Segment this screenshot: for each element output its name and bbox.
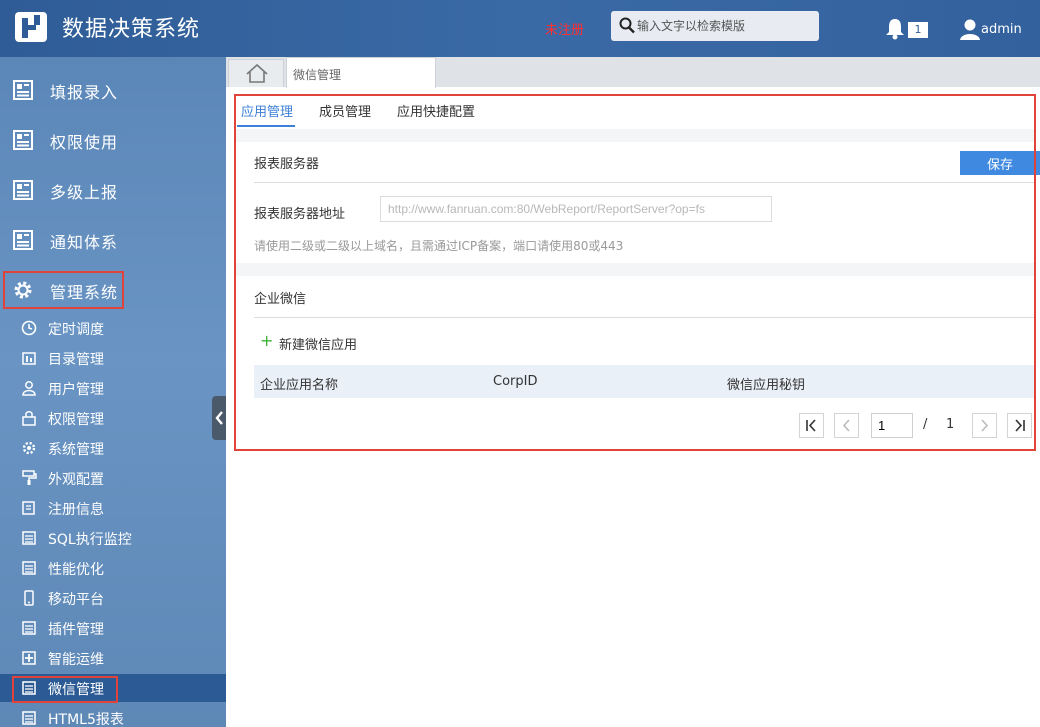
chevron-left-icon (215, 411, 223, 425)
search-box[interactable] (611, 11, 819, 41)
sidebar-item-label: 通知体系 (50, 233, 119, 252)
sidebar-sub-label: 系统管理 (48, 442, 104, 458)
register-icon (22, 501, 35, 515)
sidebar-sub-sql-monitor[interactable]: SQL执行监控 (0, 524, 226, 552)
gear-icon (22, 441, 36, 455)
bell-icon[interactable] (885, 18, 905, 40)
app-title: 数据决策系统 (62, 17, 201, 42)
table-icon (22, 561, 36, 575)
main-area: 微信管理 应用管理 成员管理 应用快捷配置 报表服务器 保存 报表服务器地址 请… (226, 57, 1040, 727)
empty-area (234, 455, 1040, 727)
table-icon (22, 531, 36, 545)
folder-icon (22, 352, 36, 365)
user-icon (22, 381, 36, 396)
sidebar-item-permission-use[interactable]: 权限使用 (0, 119, 226, 159)
top-header: 数据决策系统 未注册 1 admin (0, 0, 1040, 57)
notification-badge[interactable]: 1 (908, 22, 928, 38)
plus-box-icon (22, 651, 36, 665)
sidebar-item-notification-system[interactable]: 通知体系 (0, 219, 226, 259)
sidebar-item-fill-entry[interactable]: 填报录入 (0, 69, 226, 109)
sidebar-sub-label: HTML5报表 (48, 712, 124, 727)
lock-icon (22, 411, 36, 426)
brush-icon (22, 470, 37, 485)
sidebar-sub-performance[interactable]: 性能优化 (0, 554, 226, 582)
sidebar-sub-label: 目录管理 (48, 352, 104, 368)
sidebar-sub-label: 插件管理 (48, 622, 104, 638)
sidebar-collapse-button[interactable] (212, 396, 226, 440)
sidebar-sub-mobile[interactable]: 移动平台 (0, 584, 226, 612)
sidebar-sub-label: 外观配置 (48, 472, 104, 488)
mobile-icon (24, 590, 34, 606)
app-logo-icon (15, 12, 47, 42)
sidebar-sub-ops[interactable]: 智能运维 (0, 644, 226, 672)
sidebar-sub-permissions[interactable]: 权限管理 (0, 404, 226, 432)
sidebar-sub-label: 智能运维 (48, 652, 104, 668)
highlight-box (3, 271, 124, 309)
sidebar-sub-label: 定时调度 (48, 322, 104, 338)
sidebar-sub-directory[interactable]: 目录管理 (0, 344, 226, 372)
sidebar-item-label: 权限使用 (50, 133, 119, 152)
report-icon (13, 230, 33, 250)
sidebar-sub-registration[interactable]: 注册信息 (0, 494, 226, 522)
report-icon (13, 130, 33, 150)
tab-bar: 微信管理 (226, 57, 1040, 88)
sidebar-sub-plugins[interactable]: 插件管理 (0, 614, 226, 642)
table-icon (22, 621, 36, 635)
clock-icon (21, 320, 37, 336)
report-icon (13, 180, 33, 200)
sidebar-sub-html5[interactable]: HTML5报表 (0, 704, 226, 727)
sidebar: 填报录入 权限使用 多级上报 通知体系 管理系统 定时调度 目录管理 用户管理 … (0, 57, 226, 727)
report-icon (13, 80, 33, 100)
sidebar-item-label: 多级上报 (50, 183, 119, 202)
sidebar-item-label: 填报录入 (50, 83, 119, 102)
sidebar-sub-label: 用户管理 (48, 382, 104, 398)
sidebar-sub-users[interactable]: 用户管理 (0, 374, 226, 402)
username-label[interactable]: admin (981, 22, 1022, 37)
home-icon (246, 63, 268, 83)
sidebar-sub-label: 注册信息 (48, 502, 104, 518)
highlight-box (234, 94, 1036, 451)
tab-home[interactable] (228, 59, 284, 87)
sidebar-sub-label: 性能优化 (48, 562, 104, 578)
sidebar-sub-scheduling[interactable]: 定时调度 (0, 314, 226, 342)
search-icon (619, 17, 635, 34)
sidebar-item-multilevel-report[interactable]: 多级上报 (0, 169, 226, 209)
sidebar-sub-appearance[interactable]: 外观配置 (0, 464, 226, 492)
highlight-box (12, 676, 118, 703)
search-input[interactable] (637, 16, 812, 36)
sidebar-sub-system[interactable]: 系统管理 (0, 434, 226, 462)
sidebar-sub-label: 权限管理 (48, 412, 104, 428)
table-icon (22, 711, 36, 725)
sidebar-sub-label: SQL执行监控 (48, 532, 132, 548)
user-icon[interactable] (960, 19, 980, 41)
tab-wechat-management[interactable]: 微信管理 (286, 57, 436, 88)
unregistered-label[interactable]: 未注册 (545, 19, 584, 38)
sidebar-sub-label: 移动平台 (48, 592, 104, 608)
